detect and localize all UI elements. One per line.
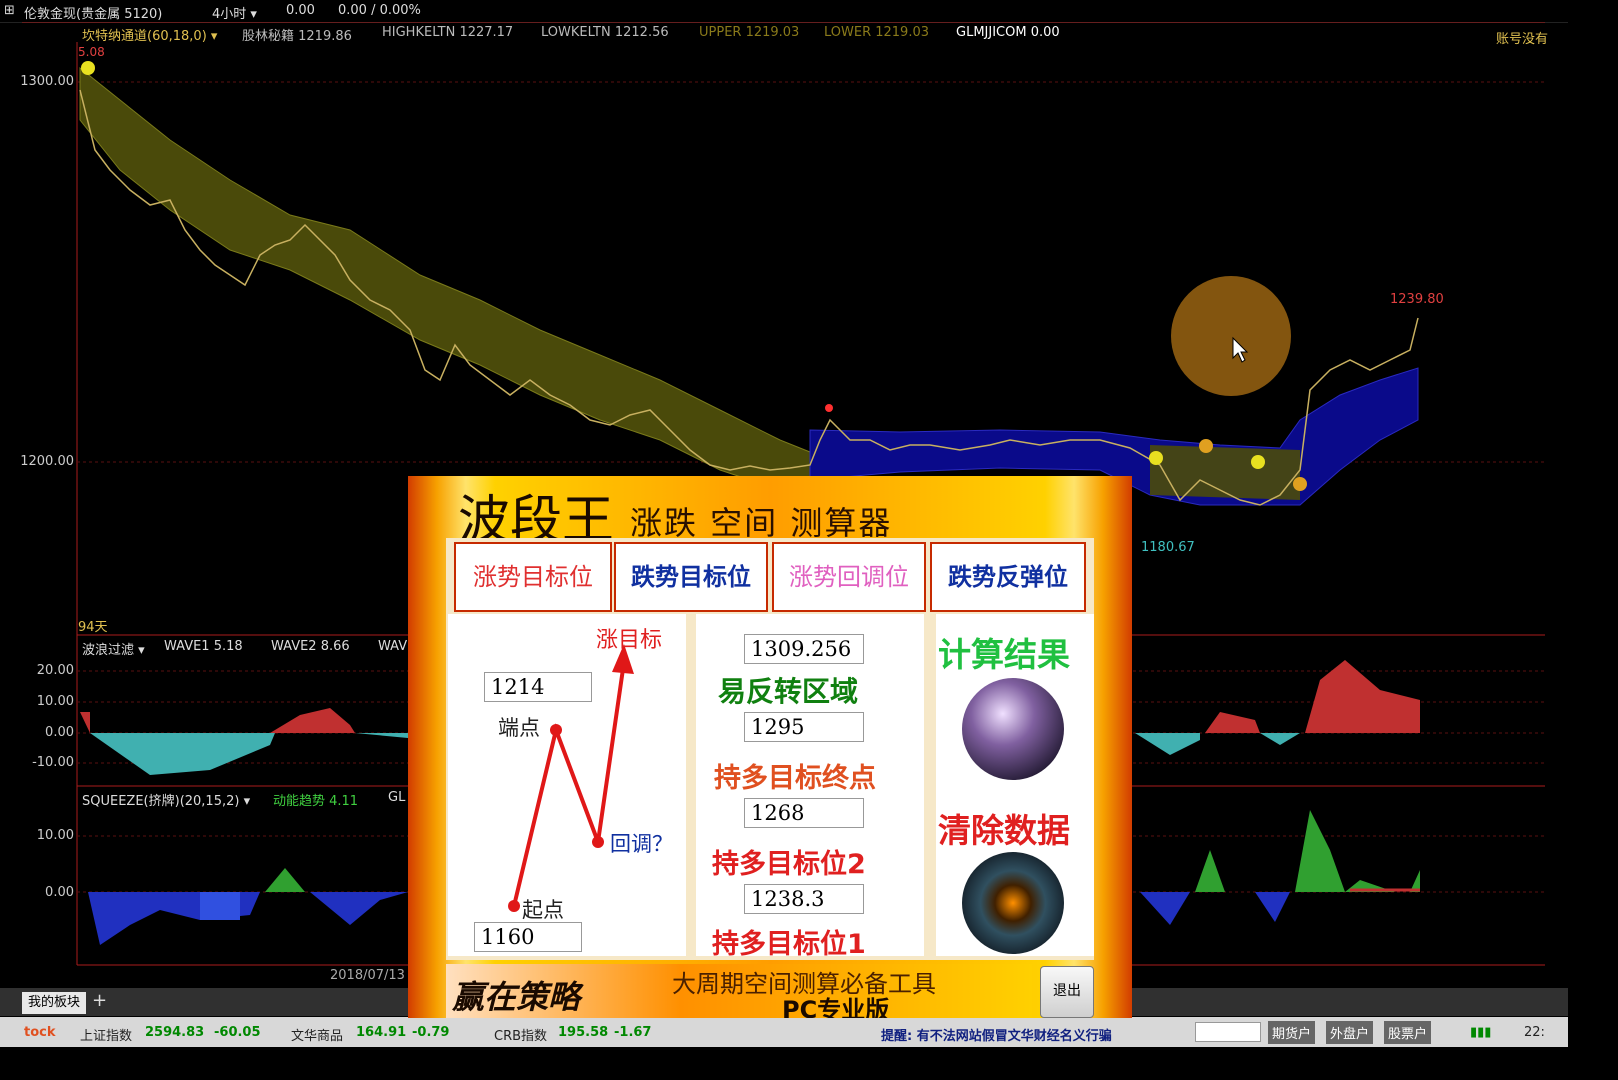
menu-icon[interactable]: ⊞: [4, 3, 15, 18]
result-label-2: 持多目标终点: [714, 763, 876, 794]
main-indicator-name[interactable]: 坎特纳通道(60,18,0): [82, 29, 207, 44]
notice-text[interactable]: 提醒: 有不法网站假冒文华财经名义行骗: [881, 1025, 1112, 1044]
wave-king-calculator: 波段王 涨跌 空间 测算器 涨势目标位 跌势目标位 涨势回调位 跌势反弹位 涨目…: [408, 476, 1132, 1018]
index-value: 2594.83: [145, 1025, 205, 1040]
wave3-value: WAV: [378, 639, 408, 654]
index-change: -60.05: [214, 1025, 261, 1040]
keltner-band-down: [79, 66, 861, 501]
main-indicator-item: LOWER 1219.03: [824, 25, 930, 40]
banner-line-2: PC专业版: [782, 996, 890, 1018]
status-bar: tock 上证指数 2594.83 -60.05 文华商品 164.91 -0.…: [0, 1017, 1568, 1047]
index-change: -1.67: [614, 1025, 652, 1040]
low-price-label: 1180.67: [1141, 540, 1195, 555]
start-point-input[interactable]: 1160: [474, 922, 582, 952]
high-price-label: 1239.80: [1390, 292, 1444, 307]
calculate-label: 计算结果: [938, 635, 1070, 674]
cursor-highlight: [1171, 276, 1291, 396]
clear-data-label: 清除数据: [938, 811, 1070, 850]
tab-downtrend-target[interactable]: 跌势目标位: [614, 542, 768, 612]
exit-button[interactable]: 退出: [1040, 966, 1094, 1018]
index-value: 195.58: [558, 1025, 609, 1040]
result-label-4: 持多目标位1: [712, 929, 866, 960]
result-value-4: 1238.3: [744, 884, 864, 914]
calculate-button[interactable]: [962, 678, 1064, 780]
banner-logo-text: 赢在策略: [452, 978, 581, 1016]
y-axis-label: 0.00: [45, 725, 74, 740]
tab-uptrend-target[interactable]: 涨势目标位: [454, 542, 612, 612]
y-axis-label: 10.00: [36, 694, 74, 709]
end-point-label: 端点: [498, 716, 540, 740]
end-point-input[interactable]: 1214: [484, 672, 592, 702]
y-axis-label: 1200.00: [20, 454, 74, 469]
days-label: 94天: [78, 620, 108, 635]
y-axis-label: -10.00: [32, 755, 74, 770]
wave1-value: WAVE1 5.18: [164, 639, 243, 654]
symbol-title[interactable]: 伦敦金现(贵金属 5120): [24, 3, 162, 22]
tab-uptrend-pullback[interactable]: 涨势回调位: [772, 542, 926, 612]
foreign-account-button[interactable]: 外盘户: [1326, 1021, 1374, 1044]
squeeze-extra-value: GL: [388, 790, 406, 805]
y-axis-label: 1300.00: [20, 74, 74, 89]
main-indicator-item: GLMJJICOM 0.00: [956, 25, 1060, 40]
main-indicator-item: HIGHKELTN 1227.17: [382, 25, 514, 40]
tab-downtrend-rebound[interactable]: 跌势反弹位: [930, 542, 1086, 612]
top-left-value: 5.08: [78, 45, 105, 59]
actions-panel: 计算结果 清除数据: [936, 614, 1094, 956]
wave2-value: WAVE2 8.66: [271, 639, 350, 654]
signal-icon: ▮▮▮: [1470, 1025, 1492, 1040]
clear-data-button[interactable]: [962, 852, 1064, 954]
brand-label: tock: [24, 1025, 56, 1040]
main-indicator-header: 坎特纳通道(60,18,0) ▾: [82, 29, 218, 44]
wave-diagram: [508, 644, 634, 912]
futures-account-button[interactable]: 期货户: [1268, 1021, 1316, 1044]
period-selector[interactable]: 4小时 ▾: [212, 3, 257, 22]
clock: 22:: [1524, 1025, 1545, 1040]
squeeze-indicator-name[interactable]: SQUEEZE(挤牌)(20,15,2): [82, 794, 239, 809]
index-name[interactable]: 上证指数: [80, 1025, 132, 1044]
momentum-value: 动能趋势 4.11: [273, 794, 359, 809]
pullback-label: 回调？: [610, 832, 673, 856]
y-axis-label: 0.00: [45, 885, 74, 900]
diagram-panel: 涨目标 1214 端点 回调？ 起点 1160: [448, 614, 686, 956]
index-change: -0.79: [412, 1025, 450, 1040]
wave-indicator-header: 波浪过滤 ▾: [82, 643, 145, 658]
stock-account-button[interactable]: 股票户: [1384, 1021, 1432, 1044]
result-label-3: 持多目标位2: [712, 849, 866, 880]
index-value: 164.91: [356, 1025, 407, 1040]
change-percent: 0.00 / 0.00%: [338, 3, 421, 18]
y-axis-label: 10.00: [36, 828, 74, 843]
index-name[interactable]: CRB指数: [494, 1025, 547, 1044]
start-point-label: 起点: [522, 898, 564, 922]
top-toolbar: ⊞ 伦敦金现(贵金属 5120) 4小时 ▾ 0.00 0.00 / 0.00%…: [0, 0, 1568, 47]
wave-indicator-name[interactable]: 波浪过滤: [82, 643, 134, 658]
add-tab-button[interactable]: +: [92, 990, 107, 1011]
result-value-1: 1309.256: [744, 634, 864, 664]
target-label: 涨目标: [596, 628, 663, 653]
change-value: 0.00: [286, 3, 315, 18]
squeeze-indicator-header: SQUEEZE(挤牌)(20,15,2) ▾: [82, 794, 251, 809]
tab-my-block[interactable]: 我的板块: [22, 992, 87, 1014]
result-value-3: 1268: [744, 798, 864, 828]
index-name[interactable]: 文华商品: [291, 1025, 343, 1044]
result-label-1: 易反转区域: [718, 675, 859, 708]
search-box[interactable]: [1195, 1022, 1261, 1042]
main-indicator-item: 股林秘籍 1219.86: [242, 29, 352, 44]
main-indicator-item: LOWKELTN 1212.56: [541, 25, 669, 40]
results-panel: 1309.256 易反转区域 1295 持多目标终点 1268 持多目标位2 1…: [696, 614, 924, 960]
main-indicator-item: UPPER 1219.03: [699, 25, 800, 40]
result-value-2: 1295: [744, 712, 864, 742]
x-axis-date: 2018/07/13: [330, 968, 405, 983]
y-axis-label: 20.00: [36, 663, 74, 678]
